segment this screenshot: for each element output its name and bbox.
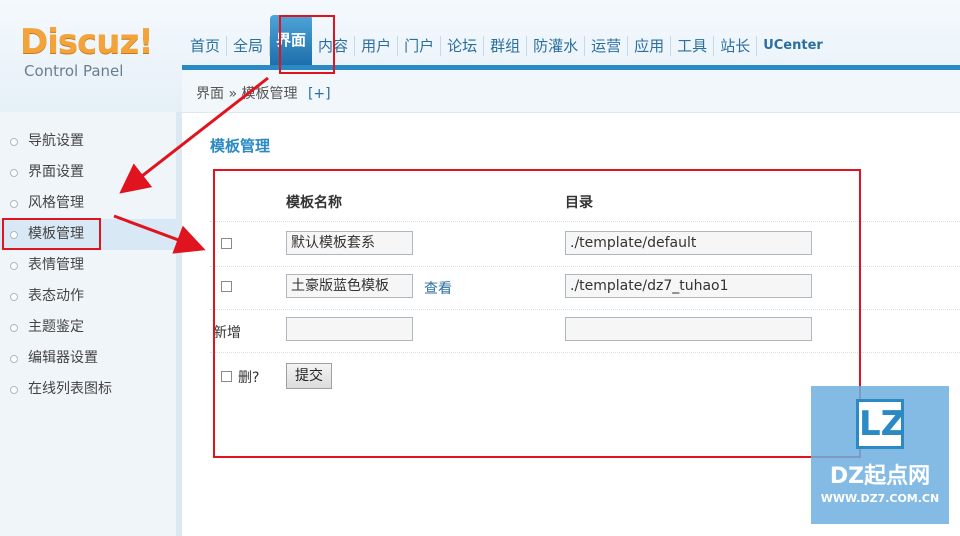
top-nav: 首页 全局 界面 内容 用户 门户 论坛 群组 防灌水 运营 应用 工具 站长 … [184, 14, 829, 65]
bullet-icon [10, 231, 18, 239]
sidebar-item-label: 表情管理 [28, 257, 84, 273]
nav-groups[interactable]: 群组 [484, 36, 528, 56]
nav-operations[interactable]: 运营 [585, 36, 629, 56]
watermark-logo-icon: LZ [856, 399, 905, 449]
column-header-directory: 目录 [565, 195, 593, 211]
new-template-name-input[interactable] [286, 317, 413, 341]
nav-apps[interactable]: 应用 [628, 36, 672, 56]
delete-label: 删? [238, 370, 260, 386]
nav-home[interactable]: 首页 [184, 36, 228, 56]
watermark-url: WWW.DZ7.COM.CN [820, 492, 940, 505]
nav-content[interactable]: 内容 [312, 36, 356, 56]
sidebar-item-label: 界面设置 [28, 164, 84, 180]
sidebar-item-interface-settings[interactable]: 界面设置 [0, 157, 176, 188]
table-row: 土豪版蓝色模板 查看 ./template/dz7_tuhao1 [210, 266, 960, 310]
bullet-icon [10, 262, 18, 270]
bullet-icon [10, 200, 18, 208]
row-select-checkbox[interactable] [221, 281, 232, 292]
sidebar: 导航设置 界面设置 风格管理 模板管理 表情管理 表态动作 主题鉴定 编辑器设置… [0, 112, 182, 536]
sidebar-item-label: 表态动作 [28, 288, 84, 304]
nav-tools[interactable]: 工具 [671, 36, 715, 56]
table-row: 默认模板套系 ./template/default [210, 221, 960, 267]
table-row-new: 新增 [210, 309, 960, 353]
sidebar-item-smilies[interactable]: 表情管理 [0, 250, 176, 281]
sidebar-item-label: 模板管理 [28, 226, 84, 242]
nav-users[interactable]: 用户 [355, 36, 399, 56]
nav-forum[interactable]: 论坛 [441, 36, 485, 56]
row-select-checkbox[interactable] [221, 238, 232, 249]
sidebar-item-label: 导航设置 [28, 133, 84, 149]
template-name-input[interactable]: 默认模板套系 [286, 231, 413, 255]
nav-global[interactable]: 全局 [227, 36, 271, 56]
bullet-icon [10, 355, 18, 363]
template-dir-input[interactable]: ./template/dz7_tuhao1 [565, 274, 812, 298]
bullet-icon [10, 324, 18, 332]
logo-title: Discuz! [20, 22, 154, 62]
submit-button[interactable]: 提交 [286, 363, 332, 389]
view-template-link[interactable]: 查看 [424, 278, 452, 298]
table-header-row: 模板名称 目录 [210, 179, 960, 222]
sidebar-item-template-management[interactable]: 模板管理 [0, 219, 176, 250]
sidebar-item-thread-stamps[interactable]: 主题鉴定 [0, 312, 176, 343]
sidebar-item-reactions[interactable]: 表态动作 [0, 281, 176, 312]
watermark-name: DZ起点网 [829, 464, 931, 489]
sidebar-item-label: 风格管理 [28, 195, 84, 211]
sidebar-item-editor-settings[interactable]: 编辑器设置 [0, 343, 176, 374]
template-dir-input[interactable]: ./template/default [565, 231, 812, 255]
new-template-dir-input[interactable] [565, 317, 812, 341]
sidebar-item-nav-settings[interactable]: 导航设置 [0, 126, 176, 157]
sidebar-item-label: 在线列表图标 [28, 381, 112, 397]
nav-webmaster[interactable]: 站长 [714, 36, 758, 56]
column-header-name: 模板名称 [286, 195, 342, 211]
delete-checkbox[interactable] [221, 371, 232, 382]
watermark: LZ DZ起点网 WWW.DZ7.COM.CN [811, 386, 949, 524]
sidebar-item-online-icons[interactable]: 在线列表图标 [0, 374, 176, 405]
logo-subtitle: Control Panel [24, 62, 124, 80]
nav-interface[interactable]: 界面 [270, 14, 313, 65]
new-row-label: 新增 [213, 325, 241, 341]
add-shortcut-link[interactable]: [+] [308, 86, 331, 102]
breadcrumb-section[interactable]: 界面 [196, 86, 224, 102]
bullet-icon [10, 293, 18, 301]
discuz-logo[interactable]: Discuz! Control Panel [20, 22, 154, 80]
sidebar-item-label: 主题鉴定 [28, 319, 84, 335]
breadcrumb-bar: 界面 » 模板管理 [+] [182, 70, 960, 113]
breadcrumb: 界面 » 模板管理 [+] [196, 83, 331, 103]
breadcrumb-separator: » [228, 86, 238, 102]
nav-ucenter[interactable]: UCenter [757, 36, 829, 56]
breadcrumb-page: 模板管理 [241, 86, 298, 102]
bullet-icon [10, 386, 18, 394]
bullet-icon [10, 169, 18, 177]
sidebar-item-label: 编辑器设置 [28, 350, 98, 366]
bullet-icon [10, 138, 18, 146]
nav-portal[interactable]: 门户 [398, 36, 442, 56]
sidebar-item-style-management[interactable]: 风格管理 [0, 188, 176, 219]
nav-antispam[interactable]: 防灌水 [527, 36, 586, 56]
template-name-input[interactable]: 土豪版蓝色模板 [286, 274, 413, 298]
page-title: 模板管理 [210, 137, 271, 155]
